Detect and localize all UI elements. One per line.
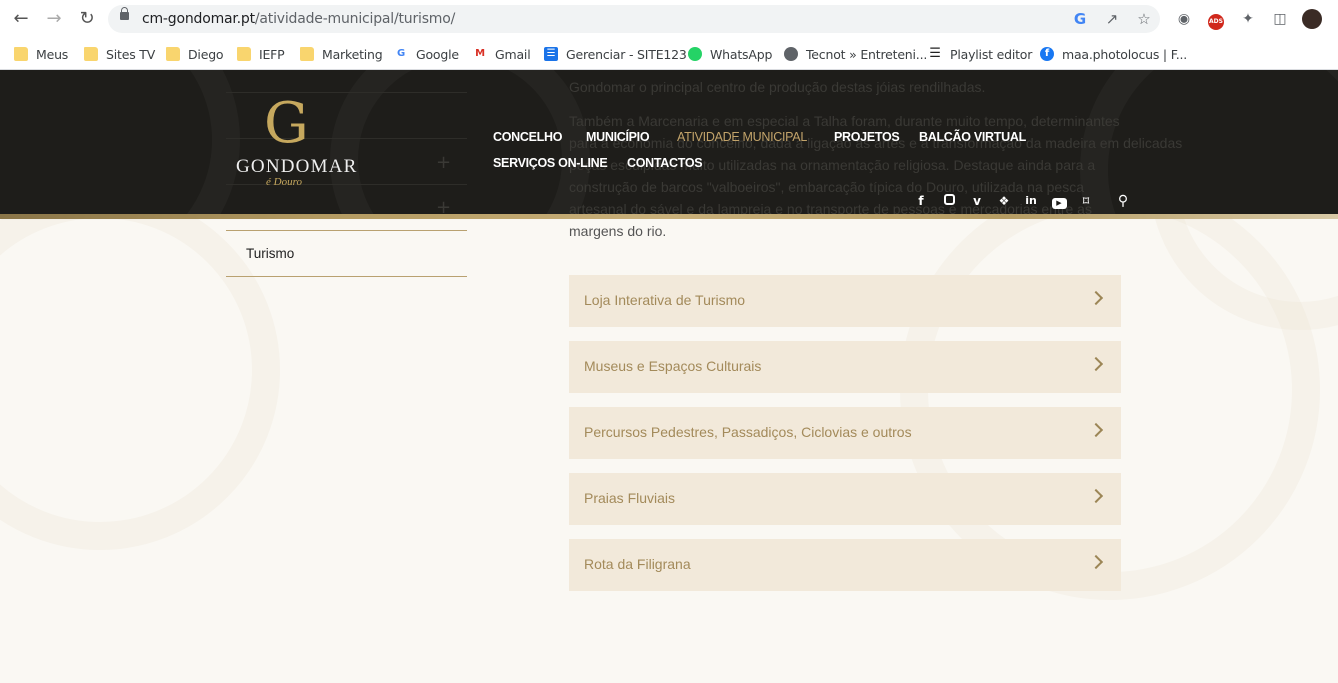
chevron-right-icon [1088, 290, 1104, 306]
bookmark-item[interactable]: Tecnot » Entreteni... [784, 43, 927, 65]
chevron-right-icon [1088, 356, 1104, 372]
linkedin-icon[interactable]: in [1023, 193, 1039, 209]
link-percursos-pedestres[interactable]: Percursos Pedestres, Passadiços, Ciclovi… [569, 407, 1121, 459]
decorative-pattern [0, 190, 280, 550]
puzzle-extensions-icon[interactable]: ✦ [1238, 9, 1258, 29]
back-arrow-icon[interactable]: ← [10, 8, 32, 30]
expand-plus-icon[interactable]: + [436, 197, 451, 214]
bookmark-item[interactable]: Sites TV [84, 43, 155, 65]
nav-atividade-municipal[interactable]: ATIVIDADE MUNICIPAL [677, 130, 807, 144]
bookmark-item[interactable]: M Gmail [473, 43, 531, 65]
bookmark-item[interactable]: G Google [394, 43, 459, 65]
vimeo-icon[interactable]: v [969, 193, 985, 209]
web-page: Turismo margens do rio. Loja Interativa … [0, 70, 1338, 683]
folder-icon [84, 47, 98, 61]
google-icon: G [396, 48, 405, 59]
link-label: Museus e Espaços Culturais [584, 358, 762, 374]
whatsapp-icon [688, 47, 702, 61]
gmail-icon: M [475, 48, 485, 59]
site-logo[interactable]: G GONDOMAR é Douro [236, 91, 356, 190]
background-paragraph-line: Gondomar o principal centro de produção … [569, 79, 986, 95]
bookmark-item[interactable]: Marketing [300, 43, 383, 65]
profile-avatar[interactable] [1302, 9, 1322, 29]
adblock-icon[interactable]: ADS [1206, 9, 1226, 30]
share-icon[interactable]: ↗ [1102, 9, 1122, 29]
logo-name: GONDOMAR [236, 156, 358, 177]
site123-icon: ☰ [544, 47, 558, 61]
nav-municipio[interactable]: MUNICÍPIO [586, 130, 650, 144]
header-gold-bar [0, 214, 1338, 219]
search-icon[interactable]: ⚲ [1115, 193, 1131, 209]
decorative-pattern [0, 70, 240, 214]
sidebar-divider [226, 276, 467, 277]
sidebar-divider [226, 230, 467, 231]
browser-toolbar: ← → ↻ cm-gondomar.pt/atividade-municipal… [0, 0, 1338, 38]
twitter-icon[interactable]: ❖ [996, 193, 1012, 209]
link-praias-fluviais[interactable]: Praias Fluviais [569, 473, 1121, 525]
url-domain: cm-gondomar.pt [142, 11, 255, 27]
folder-icon [14, 47, 28, 61]
reload-icon[interactable]: ↻ [76, 8, 98, 30]
bookmark-item[interactable]: Diego [166, 43, 224, 65]
address-bar[interactable]: cm-gondomar.pt/atividade-municipal/turis… [108, 5, 1160, 33]
sidebar-divider-under-header [226, 92, 467, 93]
link-label: Loja Interativa de Turismo [584, 292, 746, 308]
list-icon: ☰ [929, 46, 941, 61]
expand-plus-icon[interactable]: + [436, 152, 451, 173]
url-text: cm-gondomar.pt/atividade-municipal/turis… [142, 11, 455, 27]
background-paragraph-line: construção de barcos "valboeiros", embar… [569, 179, 1085, 195]
bookmark-star-icon[interactable]: ☆ [1134, 9, 1154, 29]
folder-icon [237, 47, 251, 61]
background-paragraph-line: Também a Marcenaria e em especial a Talh… [569, 113, 1120, 129]
bookmark-item[interactable]: IEFP [237, 43, 285, 65]
bookmark-item[interactable]: ☰ Playlist editor [928, 43, 1032, 65]
logo-subtitle: é Douro [266, 176, 302, 188]
chevron-right-icon [1088, 422, 1104, 438]
nav-projetos[interactable]: PROJETOS [834, 130, 900, 144]
nav-concelho[interactable]: CONCELHO [493, 130, 562, 144]
bookmark-item[interactable]: WhatsApp [688, 43, 772, 65]
background-paragraph-line: artesanal do sável e da lampreia e no tr… [569, 201, 1092, 214]
link-museus-espacos-culturais[interactable]: Museus e Espaços Culturais [569, 341, 1121, 393]
link-rota-da-filigrana[interactable]: Rota da Filigrana [569, 539, 1121, 591]
nav-servicos-online[interactable]: SERVIÇOS ON-LINE [493, 156, 608, 170]
chevron-right-icon [1088, 488, 1104, 504]
nav-balcao-virtual[interactable]: BALCÃO VIRTUAL [919, 130, 1026, 144]
youtube-icon[interactable]: ▶ [1051, 193, 1067, 209]
sidebar-item-turismo[interactable]: Turismo [246, 246, 294, 261]
facebook-icon[interactable]: f [913, 193, 929, 209]
site-header: Gondomar o principal centro de produção … [0, 70, 1338, 214]
link-label: Rota da Filigrana [584, 556, 691, 572]
forward-arrow-icon[interactable]: → [43, 8, 65, 30]
rss-icon[interactable]: ⌑ [1078, 193, 1094, 209]
intro-text-tail: margens do rio. [569, 223, 667, 239]
instagram-icon[interactable] [941, 193, 957, 209]
google-lens-icon[interactable]: G [1070, 9, 1090, 29]
folder-icon [166, 47, 180, 61]
chevron-right-icon [1088, 554, 1104, 570]
globe-icon [784, 47, 798, 61]
facebook-icon: f [1040, 47, 1054, 61]
extension-icon[interactable]: ◉ [1174, 9, 1194, 29]
side-panel-icon[interactable]: ◫ [1270, 9, 1290, 29]
url-path: /atividade-municipal/turismo/ [254, 11, 456, 27]
link-label: Praias Fluviais [584, 490, 676, 506]
bookmark-item[interactable]: f maa.photolocus | F... [1040, 43, 1187, 65]
logo-g-emblem: G [264, 91, 309, 156]
lock-icon [120, 7, 129, 20]
bookmark-item[interactable]: ☰ Gerenciar - SITE123 [544, 43, 687, 65]
bookmarks-bar: Meus Sites TV Diego IEFP Marketing G Goog… [0, 38, 1338, 70]
link-loja-interativa-turismo[interactable]: Loja Interativa de Turismo [569, 275, 1121, 327]
nav-contactos[interactable]: CONTACTOS [627, 156, 703, 170]
bookmark-item[interactable]: Meus [14, 43, 68, 65]
link-label: Percursos Pedestres, Passadiços, Ciclovi… [584, 424, 912, 440]
folder-icon [300, 47, 314, 61]
